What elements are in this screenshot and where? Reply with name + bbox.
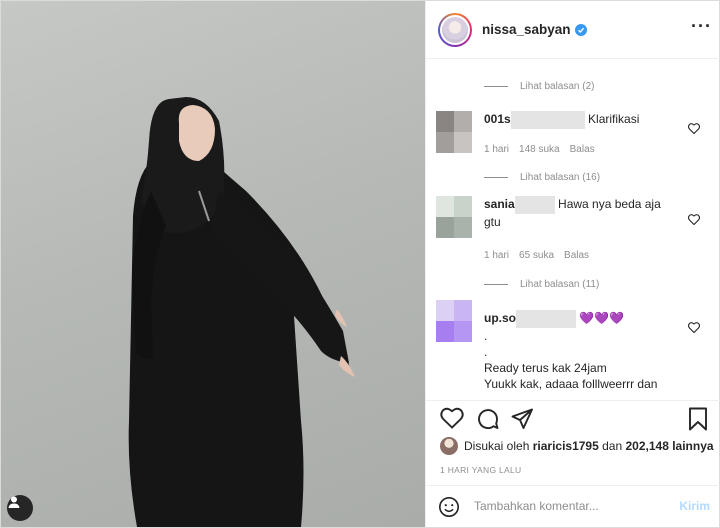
author-avatar[interactable]: [438, 12, 472, 47]
post-header: nissa_sabyan ···: [426, 1, 720, 59]
comment-text: sania Hawa nya beda aja gtu: [484, 196, 661, 229]
commenter-avatar[interactable]: [436, 111, 472, 153]
blurred-name: [510, 111, 585, 129]
post-actions: [426, 400, 720, 436]
author-username[interactable]: nissa_sabyan: [482, 22, 571, 37]
comment-input[interactable]: Tambahkan komentar...: [474, 499, 599, 513]
post-comment-button[interactable]: Kirim: [679, 499, 710, 513]
post-photo[interactable]: [1, 1, 425, 527]
person-figure: [128, 97, 355, 527]
add-comment-bar: Tambahkan komentar... Kirim: [426, 485, 720, 527]
emoji-icon[interactable]: [438, 496, 460, 523]
more-options-icon[interactable]: ···: [691, 17, 712, 35]
tagged-users-button[interactable]: [7, 495, 33, 521]
blurred-name: [514, 196, 555, 214]
likes-count[interactable]: 202,148 lainnya: [626, 439, 714, 453]
comment-text: up.so 💜💜💜 . . Ready terus kak 24jam Yuuk…: [484, 310, 658, 391]
like-comment-heart-icon[interactable]: [687, 320, 701, 338]
user-tag-icon: [8, 496, 20, 508]
commenter-avatar[interactable]: [436, 300, 472, 342]
view-replies-button[interactable]: Lihat balasan (16): [484, 172, 600, 183]
liker-username[interactable]: riaricis1795: [533, 439, 599, 453]
comment-username[interactable]: sania: [484, 197, 515, 211]
share-send-icon[interactable]: [510, 407, 534, 436]
like-comment-heart-icon[interactable]: [687, 212, 701, 230]
comments-list: Lihat balasan (2) 001s Klarifikasi 1 har…: [426, 60, 720, 400]
view-replies-button[interactable]: Lihat balasan (2): [484, 81, 595, 92]
comment-text: 001s Klarifikasi: [484, 111, 684, 129]
post-timestamp[interactable]: 1 HARI YANG LALU: [440, 465, 522, 475]
like-heart-icon[interactable]: [440, 407, 464, 434]
comment-username[interactable]: up.so: [484, 311, 516, 325]
liker-avatar[interactable]: [440, 437, 458, 455]
liked-by: Disukai oleh riaricis1795 dan 202,148 la…: [440, 437, 714, 455]
comment-bubble-icon[interactable]: [476, 407, 500, 436]
post-sidebar: nissa_sabyan ··· Lihat balasan (2) 001s …: [425, 1, 720, 527]
comment-meta: 1 hari 65 suka Balas: [484, 250, 590, 261]
comment-username[interactable]: 001s: [484, 112, 511, 126]
commenter-avatar[interactable]: [436, 196, 472, 238]
blurred-name: [516, 310, 576, 328]
verified-badge-icon: [574, 23, 587, 36]
like-comment-heart-icon[interactable]: [687, 121, 701, 139]
view-replies-button[interactable]: Lihat balasan (11): [484, 279, 599, 290]
bookmark-icon[interactable]: [688, 407, 708, 436]
comment-meta: 1 hari 148 suka Balas: [484, 144, 595, 155]
